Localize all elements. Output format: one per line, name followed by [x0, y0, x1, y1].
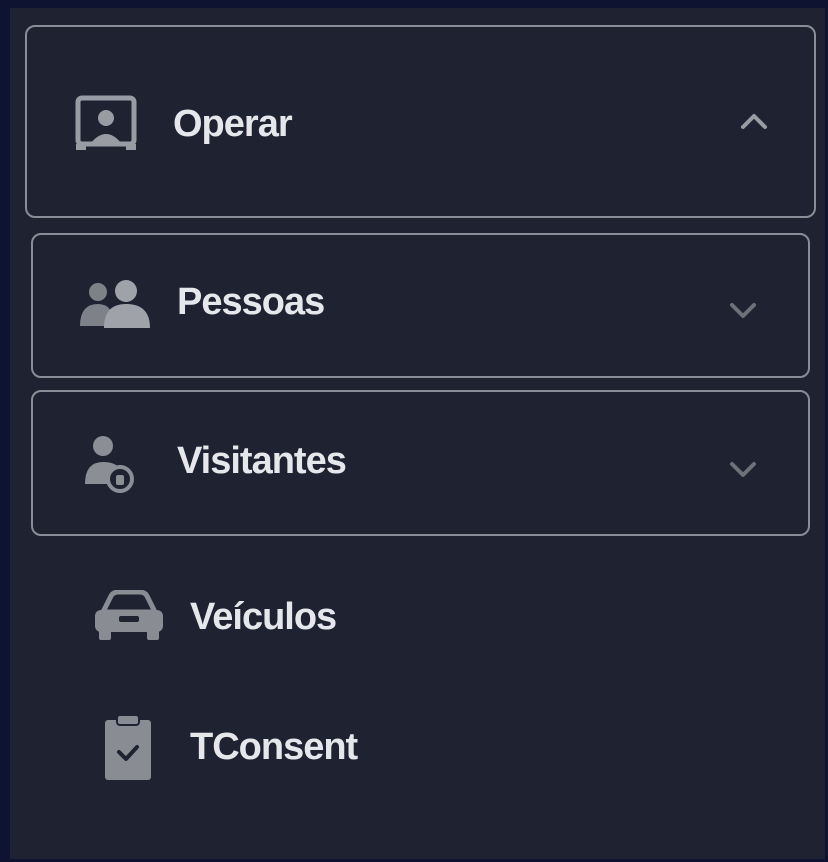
sidebar-menu: Operar Pessoas Visitantes Veículos TCons…	[10, 8, 825, 859]
operator-monitor-icon	[75, 95, 137, 150]
menu-item-tconsent[interactable]: TConsent	[31, 688, 810, 798]
menu-item-label: Pessoas	[177, 281, 325, 323]
menu-item-label: Veículos	[190, 596, 337, 638]
menu-item-operar[interactable]: Operar	[25, 25, 816, 218]
chevron-down-icon[interactable]	[726, 293, 760, 327]
car-icon	[95, 590, 163, 640]
menu-item-visitantes[interactable]: Visitantes	[31, 390, 810, 536]
chevron-up-icon[interactable]	[737, 104, 771, 138]
chevron-down-icon[interactable]	[726, 452, 760, 486]
menu-item-pessoas[interactable]: Pessoas	[31, 233, 810, 378]
visitor-icon	[85, 436, 134, 493]
menu-item-label: Visitantes	[177, 440, 347, 482]
menu-item-label: Operar	[173, 103, 293, 145]
people-icon	[80, 280, 150, 328]
clipboard-check-icon	[105, 714, 151, 780]
menu-item-veiculos[interactable]: Veículos	[31, 558, 810, 668]
menu-item-label: TConsent	[190, 726, 358, 768]
